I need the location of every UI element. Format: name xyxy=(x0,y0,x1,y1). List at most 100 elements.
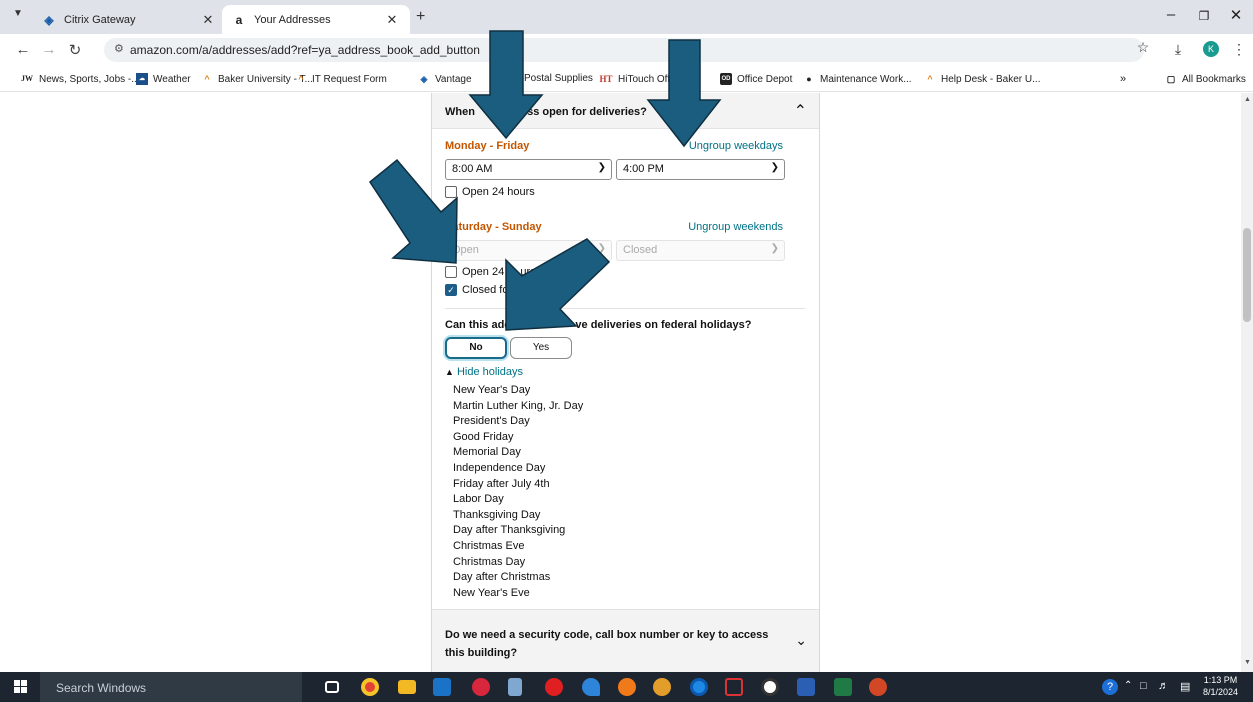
chevron-down-icon: ❯ xyxy=(597,162,606,173)
avatar[interactable]: K xyxy=(1203,41,1219,57)
divider xyxy=(445,308,805,309)
network-icon[interactable]: □ xyxy=(1140,680,1147,692)
list-item: New Year's Day xyxy=(453,384,531,396)
all-bookmarks-button[interactable]: ▢ All Bookmarks xyxy=(1165,73,1246,85)
outlook-icon[interactable] xyxy=(433,678,451,696)
app-red-dot-icon[interactable] xyxy=(545,678,563,696)
checkbox-box[interactable] xyxy=(445,186,457,198)
bookmark-it-request[interactable]: ^ IT Request Form xyxy=(295,73,386,85)
remote-app-icon[interactable] xyxy=(761,678,779,696)
close-window-icon[interactable]: ✕ xyxy=(1221,6,1251,24)
weekend-open-time-select[interactable]: Open ❯ xyxy=(445,240,612,261)
list-item: Friday after July 4th xyxy=(453,477,550,490)
scroll-up-icon[interactable]: ▲ xyxy=(1244,96,1251,103)
new-tab-button[interactable]: + xyxy=(416,8,425,26)
site-info-icon[interactable]: ⚙ xyxy=(114,42,124,55)
volume-icon[interactable]: ♬ xyxy=(1158,680,1169,692)
notifications-icon[interactable]: ▤ xyxy=(1180,680,1190,693)
bookmark-maintenance[interactable]: ● Maintenance Work... xyxy=(803,73,911,85)
holiday-yes-button[interactable]: Yes xyxy=(510,337,572,359)
back-icon[interactable]: ← xyxy=(12,41,34,58)
word-icon[interactable] xyxy=(797,678,815,696)
baker-icon: ^ xyxy=(927,74,933,84)
chevron-down-icon[interactable]: ⌄ xyxy=(795,632,807,649)
taskbar-clock[interactable]: 1:13 PM 8/1/2024 xyxy=(1203,674,1238,698)
select-value: Closed xyxy=(623,244,658,256)
delivery-hours-question: When ess open for deliveries? xyxy=(445,106,647,118)
list-item: Martin Luther King, Jr. Day xyxy=(453,399,584,412)
weekend-close-time-select[interactable]: Closed ❯ xyxy=(616,240,785,261)
select-value: 4:00 PM xyxy=(623,163,664,175)
reload-icon[interactable]: ↻ xyxy=(64,41,86,59)
bookmark-postal-supplies[interactable]: Postal Supplies xyxy=(524,73,593,84)
list-item: Christmas Day xyxy=(453,555,526,568)
weekday-open-time-select[interactable]: 8:00 AM ❯ xyxy=(445,159,612,180)
url-text[interactable]: amazon.com/a/addresses/add?ref=ya_addres… xyxy=(130,43,480,57)
download-icon[interactable]: ⤓ xyxy=(1167,41,1189,58)
bookmark-vantage[interactable]: ◈ Vantage xyxy=(418,73,472,85)
chevron-up-icon[interactable]: ⌃ xyxy=(1124,680,1132,691)
checkbox-label: Open 24 hours xyxy=(462,186,535,198)
ungroup-weekends-link[interactable]: Ungroup weekends xyxy=(688,221,783,233)
tab-title: Citrix Gateway xyxy=(64,13,136,26)
windows-start-icon[interactable] xyxy=(14,680,28,694)
delivery-hours-header[interactable]: When ess open for deliveries? ⌃ xyxy=(432,93,819,129)
task-view-icon[interactable] xyxy=(325,681,339,693)
security-code-header[interactable]: Do we need a security code, call box num… xyxy=(432,609,819,672)
bookmark-label: Help Desk - Baker U... xyxy=(941,73,1041,85)
weekend-open24-checkbox[interactable]: Open 24 h urs xyxy=(445,266,536,278)
powerpoint-icon[interactable] xyxy=(869,678,887,696)
bookmark-news[interactable]: JW News, Sports, Jobs -... xyxy=(20,73,140,85)
acrobat-icon[interactable] xyxy=(725,678,743,696)
app-circle-icon[interactable] xyxy=(690,678,708,696)
menu-kebab-icon[interactable]: ⋮ xyxy=(1228,41,1250,58)
app-red-icon[interactable] xyxy=(472,678,490,696)
holiday-no-button[interactable]: No xyxy=(445,337,507,359)
weekday-close-time-select[interactable]: 4:00 PM ❯ xyxy=(616,159,785,180)
excel-icon[interactable] xyxy=(834,678,852,696)
weekend-closed-checkbox[interactable]: ✓ Closed for xyxy=(445,284,512,296)
checkbox-box[interactable] xyxy=(445,266,457,278)
bookmark-hitouch[interactable]: HT HiTouch Off xyxy=(599,73,670,85)
file-explorer-icon[interactable] xyxy=(398,680,416,694)
bookmark-office-depot[interactable]: OD Office Depot xyxy=(720,73,792,85)
checkmark-icon[interactable]: ✓ xyxy=(445,284,457,296)
taskbar-search-box[interactable]: Search Windows xyxy=(40,672,302,702)
page-content: When ess open for deliveries? ⌃ Monday - … xyxy=(0,93,1241,672)
close-tab-icon[interactable]: ✕ xyxy=(384,12,400,28)
help-icon[interactable]: ? xyxy=(1102,679,1118,695)
bookmark-label: HiTouch Off xyxy=(618,73,671,85)
ungroup-weekdays-link[interactable]: Ungroup weekdays xyxy=(689,140,783,152)
scrollbar-thumb[interactable] xyxy=(1243,228,1251,322)
firefox-icon[interactable] xyxy=(618,678,636,696)
taskbar: Search Windows ? ⌃ □ ♬ ▤ 1:13 PM 8/1/202… xyxy=(0,672,1253,702)
document-app-icon[interactable] xyxy=(508,678,522,696)
address-bar-row: ← → ↻ ⚙ amazon.com/a/addresses/add?ref=y… xyxy=(0,34,1253,66)
forward-icon[interactable]: → xyxy=(38,41,60,58)
chrome-icon[interactable] xyxy=(361,678,379,696)
office-depot-icon: OD xyxy=(720,73,732,85)
bookmark-star-icon[interactable]: ☆ xyxy=(1132,39,1154,56)
chevron-up-icon[interactable]: ⌃ xyxy=(794,101,807,121)
hide-holidays-link[interactable]: ▲ Hide holidays xyxy=(445,366,523,378)
tab-your-addresses[interactable]: a Your Addresses ✕ xyxy=(222,5,410,34)
omnibox[interactable]: ⚙ amazon.com/a/addresses/add?ref=ya_addr… xyxy=(104,38,1144,62)
bookmark-weather[interactable]: ☁ Weather xyxy=(136,73,191,85)
bookmarks-overflow-button[interactable]: » xyxy=(1120,73,1126,85)
minimize-icon[interactable]: – xyxy=(1156,6,1186,23)
hide-holidays-label: Hide holidays xyxy=(456,366,524,378)
weekday-open24-checkbox[interactable]: Open 24 hours xyxy=(445,186,535,198)
list-item: Memorial Day xyxy=(453,446,521,459)
restore-icon[interactable]: ❐ xyxy=(1189,9,1219,23)
scrollbar[interactable] xyxy=(1241,93,1253,672)
settings-app-icon[interactable] xyxy=(653,678,671,696)
bookmark-label: News, Sports, Jobs -... xyxy=(39,73,140,85)
close-tab-icon[interactable]: ✕ xyxy=(200,12,216,28)
baker-icon: ^ xyxy=(298,74,304,84)
app-blue-icon[interactable] xyxy=(582,678,600,696)
scroll-down-icon[interactable]: ▼ xyxy=(1244,659,1251,666)
tab-search-chevron-icon[interactable]: ▼ xyxy=(8,8,28,26)
list-item: Christmas Eve xyxy=(453,539,525,552)
bookmark-help-desk[interactable]: ^ Help Desk - Baker U... xyxy=(924,73,1040,85)
tab-citrix-gateway[interactable]: ◈ Citrix Gateway ✕ xyxy=(32,5,226,34)
